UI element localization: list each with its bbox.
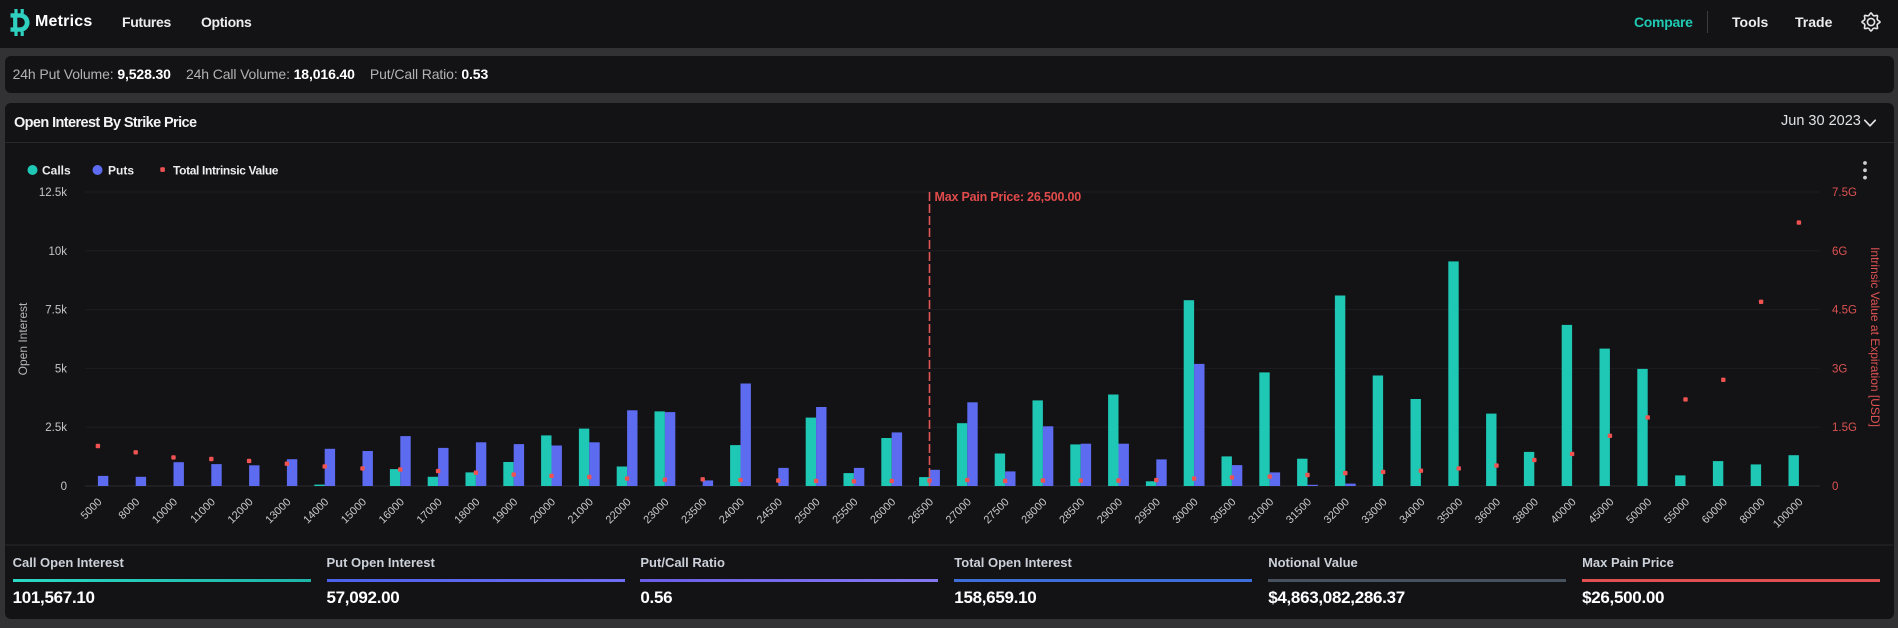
svg-text:60000: 60000 <box>1700 496 1730 526</box>
svg-text:15000: 15000 <box>339 496 369 526</box>
svg-text:33000: 33000 <box>1360 496 1390 526</box>
svg-text:Puts: Puts <box>108 164 134 178</box>
svg-text:17000: 17000 <box>415 496 445 526</box>
svg-text:24000: 24000 <box>717 496 747 526</box>
svg-text:23500: 23500 <box>679 496 709 526</box>
svg-text:24500: 24500 <box>755 496 785 526</box>
svg-text:5000: 5000 <box>79 496 105 522</box>
svg-text:27000: 27000 <box>944 496 974 526</box>
svg-text:45000: 45000 <box>1586 496 1616 526</box>
svg-text:22000: 22000 <box>604 496 634 526</box>
svg-text:2.5k: 2.5k <box>45 422 67 434</box>
svg-text:25500: 25500 <box>830 496 860 526</box>
svg-text:100000: 100000 <box>1771 496 1805 530</box>
svg-text:1.5G: 1.5G <box>1832 422 1857 434</box>
svg-text:34000: 34000 <box>1397 496 1427 526</box>
svg-text:7.5G: 7.5G <box>1832 187 1857 199</box>
svg-text:26000: 26000 <box>868 496 898 526</box>
svg-text:7.5k: 7.5k <box>45 305 67 317</box>
svg-text:31500: 31500 <box>1284 496 1314 526</box>
svg-text:26500: 26500 <box>906 496 936 526</box>
svg-text:Open Interest: Open Interest <box>16 302 30 375</box>
svg-text:Calls: Calls <box>42 164 71 178</box>
svg-text:14000: 14000 <box>301 496 331 526</box>
svg-text:32000: 32000 <box>1322 496 1352 526</box>
svg-text:35000: 35000 <box>1435 496 1465 526</box>
svg-text:11000: 11000 <box>188 496 218 526</box>
svg-text:23000: 23000 <box>641 496 671 526</box>
svg-text:27500: 27500 <box>982 496 1012 526</box>
svg-text:38000: 38000 <box>1511 496 1541 526</box>
svg-text:20000: 20000 <box>528 496 558 526</box>
svg-text:31000: 31000 <box>1246 496 1276 526</box>
svg-text:16000: 16000 <box>377 496 407 526</box>
svg-text:29500: 29500 <box>1133 496 1163 526</box>
svg-text:Intrinsic Value at Expiration: Intrinsic Value at Expiration [USD] <box>1868 247 1882 427</box>
svg-text:6G: 6G <box>1832 246 1847 258</box>
svg-text:30000: 30000 <box>1171 496 1201 526</box>
svg-text:10k: 10k <box>48 246 67 258</box>
svg-text:18000: 18000 <box>452 496 482 526</box>
svg-text:0: 0 <box>1832 481 1838 493</box>
svg-text:3G: 3G <box>1832 363 1847 375</box>
svg-text:80000: 80000 <box>1738 496 1768 526</box>
svg-text:Total Intrinsic Value: Total Intrinsic Value <box>173 164 279 178</box>
svg-text:4.5G: 4.5G <box>1832 305 1857 317</box>
svg-text:55000: 55000 <box>1662 496 1692 526</box>
svg-text:21000: 21000 <box>566 496 596 526</box>
svg-text:28000: 28000 <box>1019 496 1049 526</box>
svg-text:Max Pain Price: 26,500.00: Max Pain Price: 26,500.00 <box>935 190 1082 204</box>
svg-text:30500: 30500 <box>1208 496 1238 526</box>
svg-text:50000: 50000 <box>1624 496 1654 526</box>
svg-text:36000: 36000 <box>1473 496 1503 526</box>
svg-text:0: 0 <box>61 481 67 493</box>
svg-text:25000: 25000 <box>793 496 823 526</box>
svg-text:19000: 19000 <box>490 496 520 526</box>
svg-text:5k: 5k <box>55 363 67 375</box>
svg-text:8000: 8000 <box>117 496 143 522</box>
svg-text:12000: 12000 <box>226 496 256 526</box>
svg-text:40000: 40000 <box>1549 496 1579 526</box>
svg-text:13000: 13000 <box>263 496 293 526</box>
svg-text:29000: 29000 <box>1095 496 1125 526</box>
svg-text:12.5k: 12.5k <box>39 187 67 199</box>
svg-text:28500: 28500 <box>1057 496 1087 526</box>
svg-text:10000: 10000 <box>150 496 180 526</box>
